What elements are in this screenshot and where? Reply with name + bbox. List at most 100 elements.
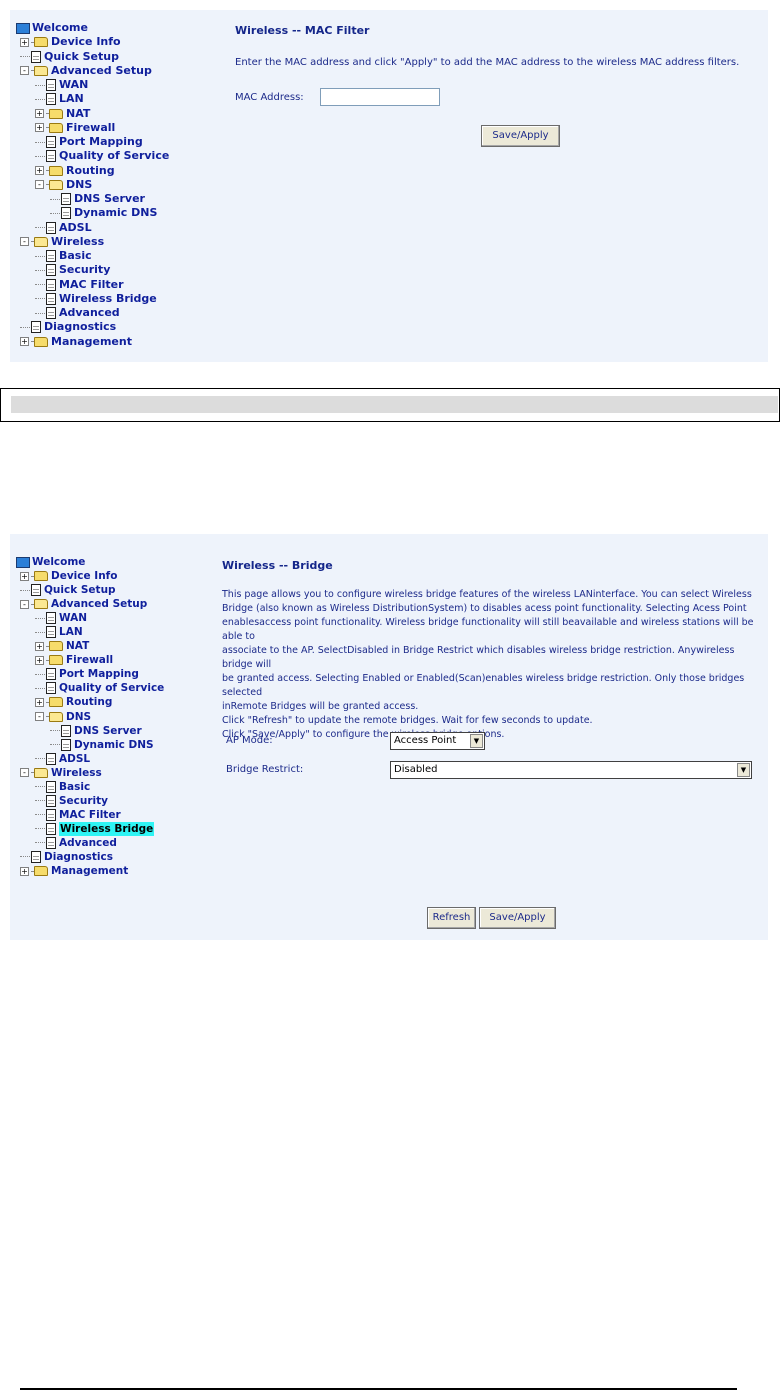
- save-apply-button[interactable]: Save/Apply: [481, 125, 560, 147]
- tree-node[interactable]: + Device Info: [20, 569, 117, 583]
- tree-node[interactable]: Dynamic DNS: [50, 206, 157, 220]
- tree-label[interactable]: Management: [51, 864, 128, 878]
- tree-label[interactable]: Routing: [66, 164, 115, 178]
- tree-label[interactable]: Port Mapping: [59, 667, 139, 681]
- tree-label[interactable]: Welcome: [32, 555, 85, 569]
- expand-icon[interactable]: +: [20, 337, 29, 346]
- tree-label[interactable]: Welcome: [32, 21, 88, 35]
- tree-label[interactable]: DNS Server: [74, 192, 145, 206]
- tree-node[interactable]: Welcome: [16, 555, 85, 569]
- tree-label[interactable]: Device Info: [51, 569, 117, 583]
- tree-node[interactable]: + Device Info: [20, 35, 121, 49]
- tree-label[interactable]: Routing: [66, 695, 112, 709]
- tree-node[interactable]: Advanced: [35, 836, 117, 850]
- tree-label[interactable]: Advanced: [59, 306, 120, 320]
- tree-label[interactable]: Firewall: [66, 121, 115, 135]
- tree-node[interactable]: Quick Setup: [20, 583, 116, 597]
- expand-icon[interactable]: +: [20, 866, 29, 876]
- tree-node[interactable]: DNS Server: [50, 724, 142, 738]
- tree-label[interactable]: LAN: [59, 625, 83, 639]
- collapse-icon[interactable]: -: [35, 712, 44, 722]
- tree-node[interactable]: Diagnostics: [20, 850, 113, 864]
- tree-node[interactable]: Diagnostics: [20, 320, 116, 334]
- tree-node[interactable]: + Firewall: [35, 653, 113, 667]
- collapse-icon[interactable]: -: [20, 66, 29, 76]
- tree-node[interactable]: ADSL: [35, 221, 92, 235]
- tree-node[interactable]: - Wireless: [20, 235, 104, 249]
- tree-node[interactable]: + Routing: [35, 164, 115, 178]
- tree-label[interactable]: ADSL: [59, 752, 90, 766]
- tree-label[interactable]: Port Mapping: [59, 135, 143, 149]
- tree-node[interactable]: MAC Filter: [35, 278, 124, 292]
- tree-label[interactable]: ADSL: [59, 221, 92, 235]
- tree-node[interactable]: - DNS: [35, 178, 92, 192]
- tree-label[interactable]: NAT: [66, 639, 89, 653]
- tree-label[interactable]: Quick Setup: [44, 50, 119, 64]
- tree-node[interactable]: Security: [35, 263, 110, 277]
- tree-node[interactable]: + NAT: [35, 639, 89, 653]
- tree-label[interactable]: Advanced Setup: [51, 597, 147, 611]
- expand-icon[interactable]: +: [20, 571, 29, 581]
- tree-label[interactable]: Device Info: [51, 35, 121, 49]
- tree-node[interactable]: - Advanced Setup: [20, 597, 147, 611]
- tree-node[interactable]: Dynamic DNS: [50, 738, 154, 752]
- tree-node[interactable]: ADSL: [35, 752, 90, 766]
- tree-node[interactable]: + Routing: [35, 695, 112, 709]
- chevron-down-icon[interactable]: ▼: [470, 734, 483, 748]
- chevron-down-icon[interactable]: ▼: [737, 763, 750, 777]
- tree-node[interactable]: LAN: [35, 92, 84, 106]
- tree-label[interactable]: Security: [59, 263, 110, 277]
- tree-label[interactable]: Basic: [59, 249, 92, 263]
- tree-label[interactable]: WAN: [59, 78, 88, 92]
- mac-address-input[interactable]: [320, 88, 440, 106]
- tree-node[interactable]: LAN: [35, 625, 83, 639]
- tree-label[interactable]: NAT: [66, 107, 90, 121]
- tree-node[interactable]: WAN: [35, 78, 88, 92]
- tree-node[interactable]: + Firewall: [35, 121, 115, 135]
- tree-label[interactable]: Wireless: [51, 766, 102, 780]
- tree-label[interactable]: Diagnostics: [44, 850, 113, 864]
- tree-node[interactable]: - DNS: [35, 710, 91, 724]
- collapse-icon[interactable]: -: [35, 180, 44, 190]
- tree-label[interactable]: Security: [59, 794, 108, 808]
- expand-icon[interactable]: +: [35, 109, 44, 118]
- tree-label[interactable]: MAC Filter: [59, 808, 121, 822]
- tree-label[interactable]: Wireless Bridge: [59, 821, 155, 836]
- tree-label[interactable]: MAC Filter: [59, 278, 124, 292]
- ap-mode-select[interactable]: Access Point ▼: [390, 732, 485, 750]
- tree-node[interactable]: Basic: [35, 780, 90, 794]
- expand-icon[interactable]: +: [35, 641, 44, 651]
- tree-label[interactable]: DNS: [66, 710, 91, 724]
- refresh-button[interactable]: Refresh: [427, 907, 476, 929]
- tree-node[interactable]: Port Mapping: [35, 667, 139, 681]
- tree-node[interactable]: Wireless Bridge: [35, 821, 155, 836]
- tree-label[interactable]: Quality of Service: [59, 149, 169, 163]
- tree-label[interactable]: Dynamic DNS: [74, 738, 154, 752]
- tree-node[interactable]: Basic: [35, 249, 92, 263]
- tree-label[interactable]: Quality of Service: [59, 681, 164, 695]
- collapse-icon[interactable]: -: [20, 768, 29, 778]
- expand-icon[interactable]: +: [35, 166, 44, 175]
- tree-label[interactable]: DNS: [66, 178, 92, 192]
- tree-node[interactable]: Quality of Service: [35, 681, 164, 695]
- tree-label[interactable]: Advanced Setup: [51, 64, 152, 78]
- tree-label[interactable]: Management: [51, 335, 132, 349]
- tree-node[interactable]: + NAT: [35, 107, 90, 121]
- tree-label[interactable]: Dynamic DNS: [74, 206, 157, 220]
- tree-node[interactable]: - Advanced Setup: [20, 64, 152, 78]
- save-apply-button[interactable]: Save/Apply: [479, 907, 556, 929]
- tree-node[interactable]: Security: [35, 794, 108, 808]
- collapse-icon[interactable]: -: [20, 237, 29, 247]
- tree-node[interactable]: Advanced: [35, 306, 120, 320]
- bridge-restrict-select[interactable]: Disabled ▼: [390, 761, 752, 779]
- tree-label[interactable]: WAN: [59, 611, 87, 625]
- expand-icon[interactable]: +: [35, 655, 44, 665]
- tree-label[interactable]: LAN: [59, 92, 84, 106]
- tree-node[interactable]: WAN: [35, 611, 87, 625]
- tree-label[interactable]: Basic: [59, 780, 90, 794]
- tree-node[interactable]: + Management: [20, 335, 132, 349]
- tree-label[interactable]: Wireless Bridge: [59, 292, 157, 306]
- tree-node[interactable]: Port Mapping: [35, 135, 143, 149]
- expand-icon[interactable]: +: [35, 123, 44, 133]
- tree-node[interactable]: - Wireless: [20, 766, 102, 780]
